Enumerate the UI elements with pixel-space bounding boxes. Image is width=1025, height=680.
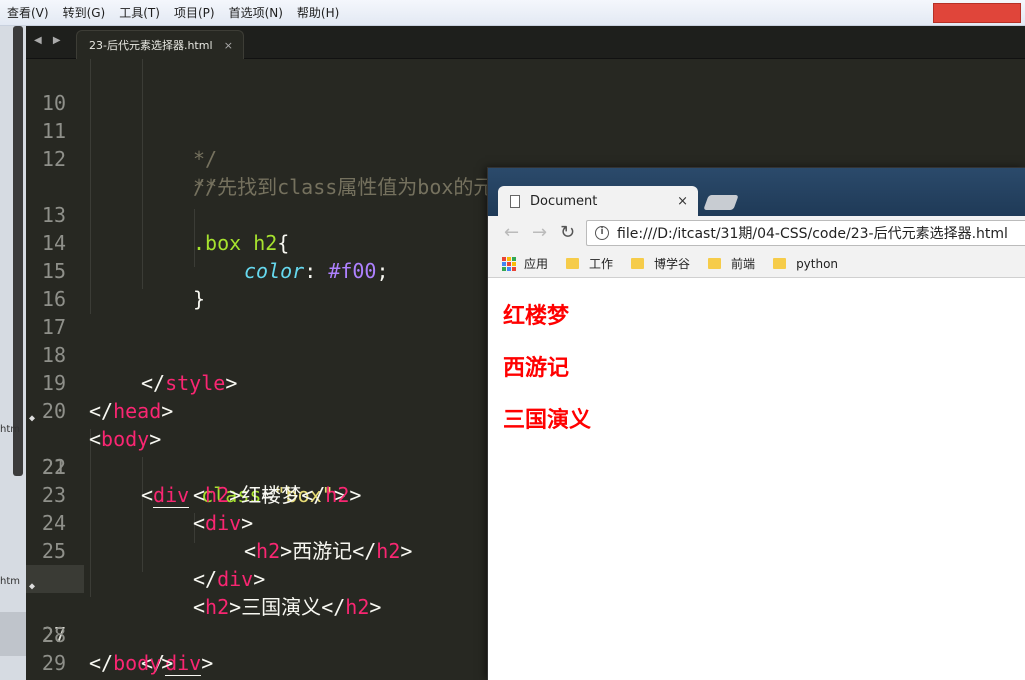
- html-tag: h2: [205, 483, 230, 507]
- window-close-button[interactable]: [933, 2, 1021, 23]
- folder-icon: [708, 258, 722, 269]
- html-tag: h2: [325, 483, 350, 507]
- apps-grid-dot: [512, 266, 516, 271]
- bookmarks-bar: 应用 工作 博学谷 前端 python: [488, 250, 1025, 278]
- page-heading: 西游记: [503, 356, 570, 381]
- code-line: ◆ 27 </div>: [26, 565, 213, 676]
- menu-view[interactable]: 查看(V): [0, 4, 56, 21]
- html-tag: div: [217, 567, 254, 591]
- html-tag: h2: [345, 595, 370, 619]
- browser-window: Document × ← → ↻ i file:///D:/itcast/31期…: [487, 167, 1025, 680]
- code-line: 11 */: [26, 89, 217, 171]
- code-line: 15 }: [26, 229, 205, 311]
- code-line: 13 .box h2{: [26, 173, 289, 255]
- folder-icon: [566, 258, 580, 269]
- browser-toolbar: ← → ↻ i file:///D:/itcast/31期/04-CSS/cod…: [488, 216, 1025, 250]
- code-line: 18 </style>: [26, 313, 237, 395]
- close-icon[interactable]: ×: [224, 39, 233, 52]
- reload-icon[interactable]: ↻: [560, 222, 575, 243]
- browser-tab-active[interactable]: Document ×: [498, 186, 698, 216]
- bookmark-folder[interactable]: python: [773, 257, 838, 271]
- code-line: 16: [26, 257, 122, 311]
- page-content: 红楼梦 西游记 三国演义: [488, 278, 1025, 680]
- info-icon[interactable]: i: [595, 226, 609, 240]
- indent-guide: [142, 457, 143, 572]
- element-text: 红楼梦: [241, 483, 302, 507]
- editor-tab-title: 23-后代元素选择器.html: [89, 39, 213, 52]
- html-tag: div: [153, 483, 190, 508]
- code-line: ◆ 21 <div class="box">: [26, 397, 346, 508]
- html-tag: style: [165, 371, 226, 395]
- apps-grid-dot: [507, 266, 511, 271]
- menu-project[interactable]: 项目(P): [167, 4, 222, 21]
- apps-grid-dot: [507, 256, 511, 261]
- element-text: 三国演义: [241, 595, 322, 619]
- css-selector: .box h2: [193, 231, 278, 255]
- code-line: 24 <h2>西游记</h2>: [26, 481, 413, 563]
- code-line: 17: [26, 285, 122, 339]
- code-line: 12 /*先找到class属性值为box的元素 然后再找到这个元素的后代是h2的…: [26, 117, 870, 199]
- html-tag: h2: [256, 539, 281, 563]
- menu-bar: 查看(V) 转到(G) 工具(T) 项目(P) 首选项(N) 帮助(H): [0, 0, 1025, 26]
- left-panel: htm htm: [0, 26, 26, 680]
- code-line: 20 <body>: [26, 369, 161, 451]
- tab-nav-arrows-icon[interactable]: ◀ ▶: [34, 35, 65, 46]
- code-line-wrap: */: [26, 145, 217, 199]
- code-line: 19 </head>: [26, 341, 173, 423]
- address-url: file:///D:/itcast/31期/04-CSS/code/23-后代元…: [617, 226, 1008, 242]
- code-line: 14 color: #f00;: [26, 201, 389, 283]
- code-line: 22 <h2>红楼梦</h2>: [26, 425, 362, 507]
- css-value: #f00: [328, 259, 377, 283]
- folder-icon: [773, 258, 787, 269]
- editor-tab-bar: ◀ ▶ 23-后代元素选择器.html ×: [26, 26, 1025, 59]
- element-text: 西游记: [292, 539, 353, 563]
- html-tag: h2: [376, 539, 401, 563]
- apps-grid-dot: [512, 261, 516, 266]
- new-tab-button[interactable]: [703, 195, 739, 210]
- indent-guide: [142, 59, 143, 289]
- code-line: 10: [26, 61, 122, 115]
- browser-tab-title: Document: [530, 193, 598, 209]
- bookmark-folder[interactable]: 博学谷: [631, 255, 690, 272]
- left-panel-footer: [0, 612, 26, 656]
- page-heading: 红楼梦: [503, 304, 570, 329]
- editor-tab-active[interactable]: 23-后代元素选择器.html ×: [76, 30, 244, 59]
- html-tag: h2: [205, 595, 230, 619]
- forward-arrow-icon[interactable]: →: [532, 222, 547, 243]
- code-line: 29 </html>: [26, 621, 173, 680]
- menu-preferences[interactable]: 首选项(N): [222, 4, 290, 21]
- desktop: 查看(V) 转到(G) 工具(T) 项目(P) 首选项(N) 帮助(H) htm…: [0, 0, 1025, 680]
- bookmark-folder[interactable]: 工作: [566, 255, 613, 272]
- code-line: 26 <h2>三国演义</h2>: [26, 537, 382, 619]
- file-stub[interactable]: htm: [0, 576, 20, 587]
- apps-grid-icon: [502, 256, 516, 271]
- menu-goto[interactable]: 转到(G): [56, 4, 113, 21]
- comment-text: */: [193, 175, 218, 199]
- code-line: 25 </div>: [26, 509, 265, 591]
- apps-grid-dot: [512, 256, 516, 261]
- page-heading: 三国演义: [503, 408, 592, 433]
- css-property: color: [244, 259, 305, 283]
- code-line: 28 </body>: [26, 593, 173, 675]
- apps-grid-dot: [502, 266, 506, 271]
- bookmark-folder[interactable]: 前端: [708, 255, 755, 272]
- left-scrollbar[interactable]: [13, 26, 23, 476]
- apps-grid-dot: [507, 261, 511, 266]
- browser-titlebar[interactable]: Document ×: [488, 168, 1025, 216]
- back-arrow-icon[interactable]: ←: [504, 222, 519, 243]
- apps-grid-dot: [502, 261, 506, 266]
- comment-text: */: [193, 147, 218, 171]
- file-stub[interactable]: htm: [0, 424, 20, 435]
- line-number: 29: [41, 651, 66, 675]
- close-icon[interactable]: ×: [677, 194, 688, 209]
- menu-help[interactable]: 帮助(H): [290, 4, 346, 21]
- menu-tools[interactable]: 工具(T): [112, 4, 167, 21]
- html-tag: div: [205, 511, 242, 535]
- apps-grid-dot: [502, 256, 506, 261]
- code-line: 23 <div>: [26, 453, 253, 535]
- document-icon: [510, 194, 520, 208]
- bookmark-apps[interactable]: 应用: [502, 255, 548, 272]
- address-bar[interactable]: i file:///D:/itcast/31期/04-CSS/code/23-后…: [586, 220, 1025, 246]
- folder-icon: [631, 258, 645, 269]
